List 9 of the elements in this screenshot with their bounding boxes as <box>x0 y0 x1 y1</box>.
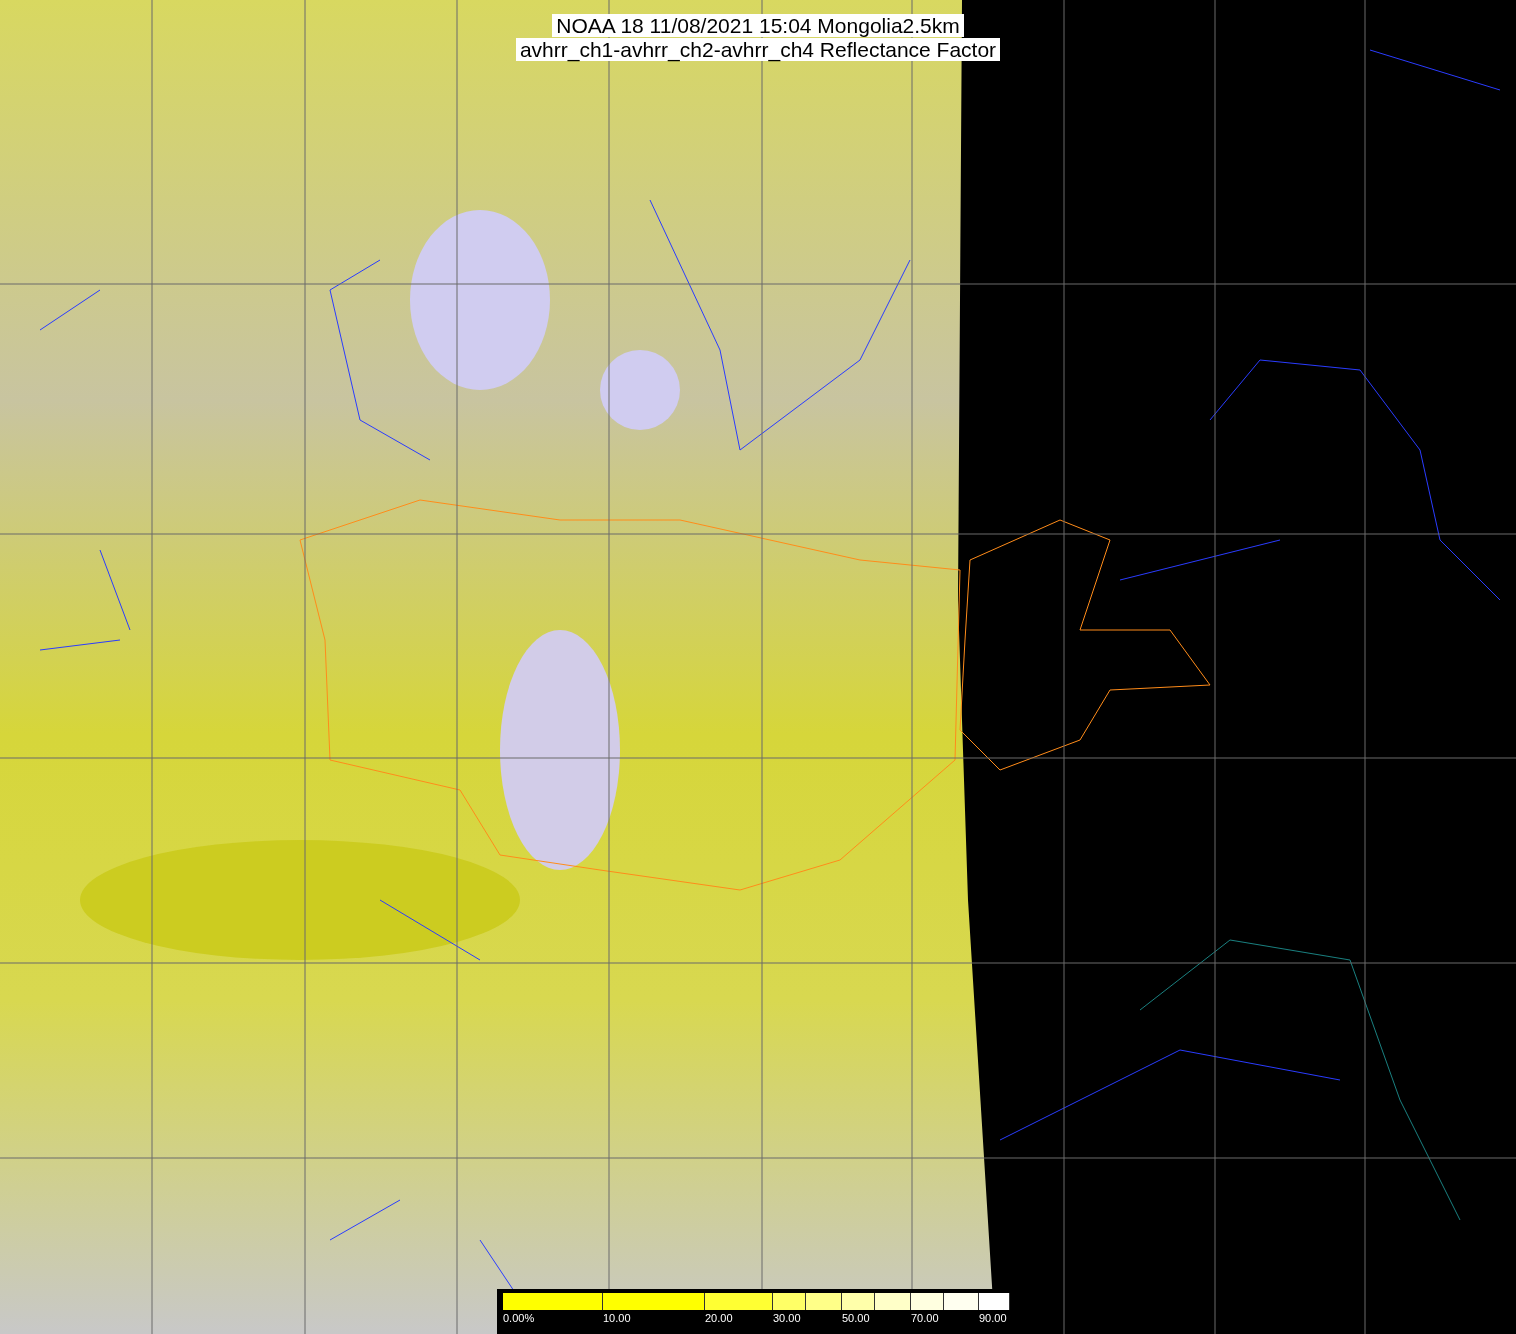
colorbar-label: 10.00 <box>603 1312 631 1324</box>
colorbar-label: 70.00 <box>911 1312 939 1324</box>
map-title: avhrr_ch1-avhrr_ch2-avhrr_ch4 Reflectance Factor <box>515 38 1001 61</box>
colorbar-label: 0.00% <box>503 1312 535 1324</box>
colorbar-label: 20.00 <box>705 1312 733 1324</box>
colorbar-label: 90.00 <box>979 1312 1007 1324</box>
colorbar-label: 50.00 <box>842 1312 870 1324</box>
colorbar-label: 30.00 <box>773 1312 801 1324</box>
map-title: NOAA 18 11/08/2021 15:04 Mongolia2.5km <box>552 14 964 37</box>
